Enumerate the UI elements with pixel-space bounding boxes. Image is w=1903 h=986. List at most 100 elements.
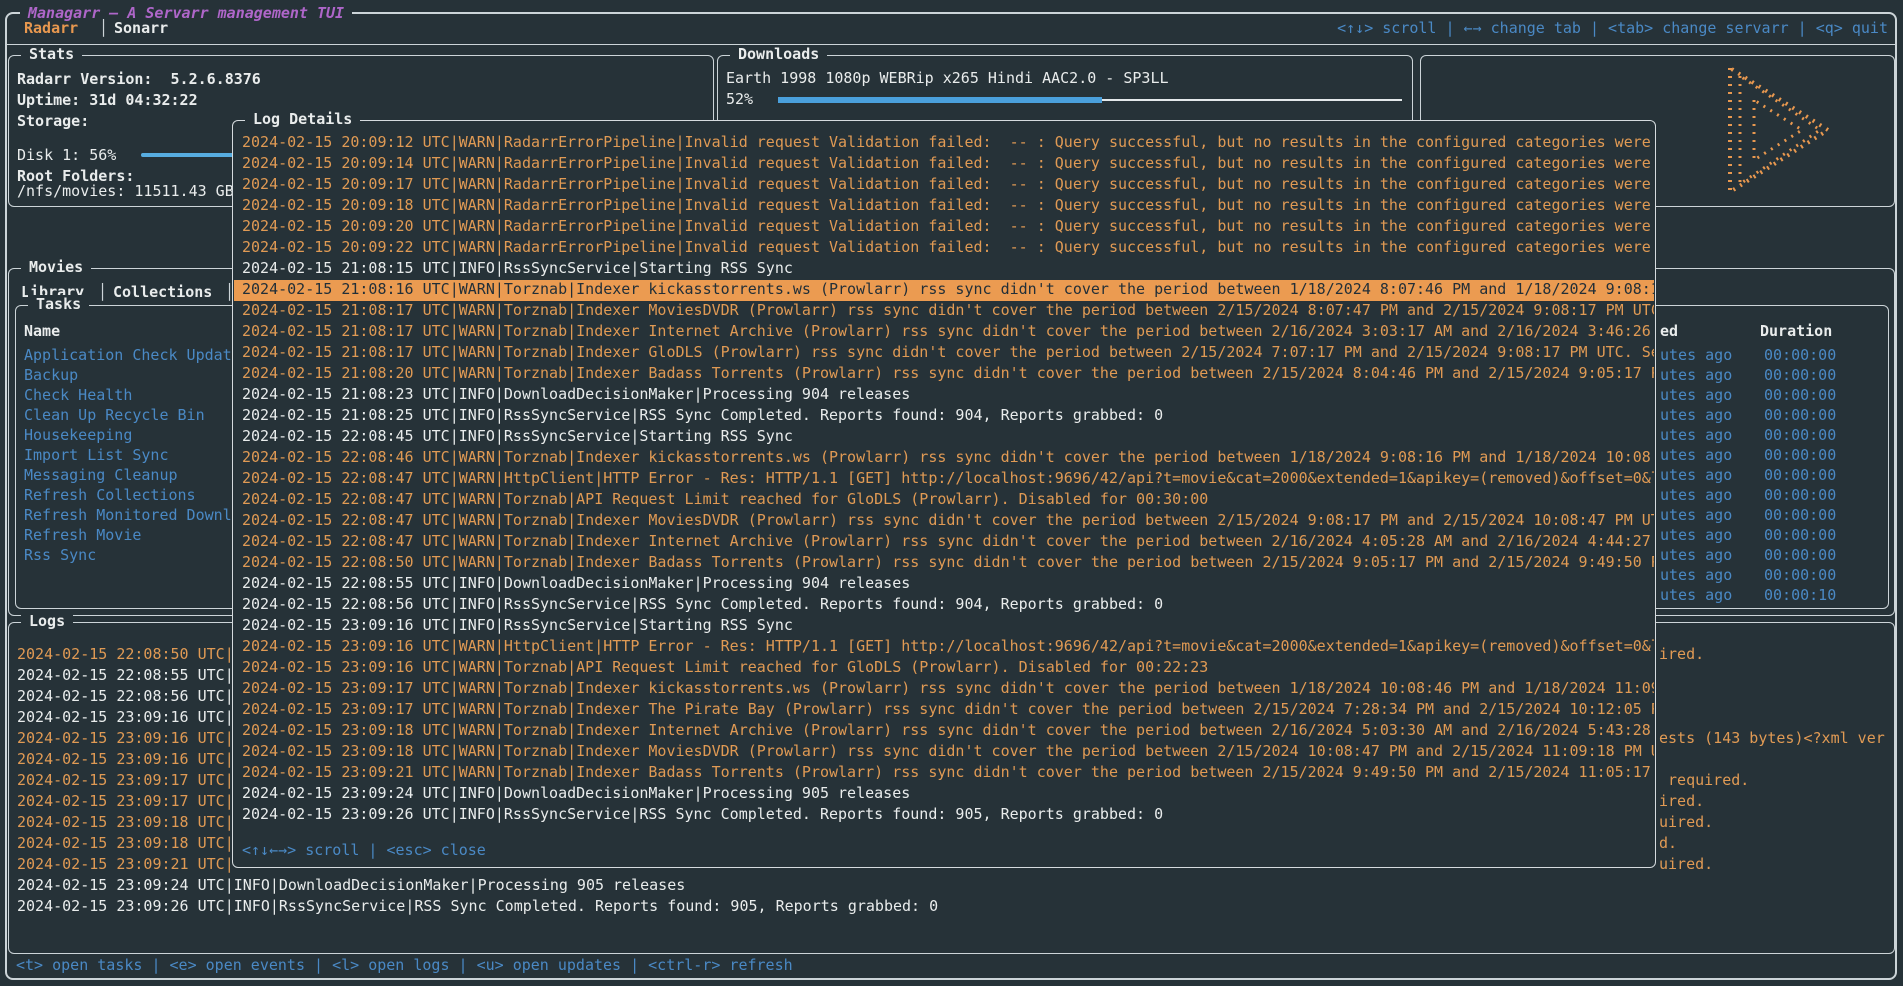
log-detail-line[interactable]: 2024-02-15 22:08:46 UTC|WARN|Torznab|Ind… [234, 448, 1654, 469]
top-keybindings: <↑↓> scroll | ←→ change tab | <tab> chan… [1000, 19, 1888, 37]
stats-disk-label: Disk 1: 56% [17, 146, 116, 164]
log-detail-line[interactable]: 2024-02-15 20:09:12 UTC|WARN|RadarrError… [234, 133, 1654, 154]
log-details-lines: 2024-02-15 20:09:12 UTC|WARN|RadarrError… [234, 122, 1654, 866]
footer-keybindings: <t> open tasks | <e> open events | <l> o… [16, 956, 793, 974]
tasks-header-name: Name [24, 322, 60, 340]
log-detail-line[interactable]: 2024-02-15 21:08:23 UTC|INFO|DownloadDec… [234, 385, 1654, 406]
task-duration: 00:00:00 [1764, 546, 1836, 564]
log-detail-line[interactable]: 2024-02-15 22:08:47 UTC|WARN|Torznab|Ind… [234, 532, 1654, 553]
task-name: Messaging Cleanup [24, 466, 178, 484]
task-last-executed: utes ago [1660, 426, 1732, 444]
log-detail-line[interactable]: 2024-02-15 22:08:47 UTC|WARN|Torznab|Ind… [234, 511, 1654, 532]
log-detail-line[interactable]: 2024-02-15 23:09:17 UTC|WARN|Torznab|Ind… [234, 679, 1654, 700]
task-duration: 00:00:00 [1764, 406, 1836, 424]
log-detail-line[interactable]: 2024-02-15 23:09:26 UTC|INFO|RssSyncServ… [234, 805, 1654, 826]
log-detail-line[interactable]: 2024-02-15 21:08:15 UTC|INFO|RssSyncServ… [234, 259, 1654, 280]
log-row-text: 2024-02-15 23:09:18 UTC| [17, 813, 234, 831]
stats-rootfolder-value: /nfs/movies: 11511.43 GB [17, 182, 234, 200]
task-duration: 00:00:00 [1764, 486, 1836, 504]
log-row-text: 2024-02-15 23:09:24 UTC|INFO|DownloadDec… [17, 876, 685, 894]
log-row-tail: ests (143 bytes)<?xml ver [1659, 729, 1885, 747]
log-detail-line[interactable]: 2024-02-15 23:09:24 UTC|INFO|DownloadDec… [234, 784, 1654, 805]
download-progress-bar [778, 97, 1402, 103]
modal-keybindings: <↑↓←→> scroll | <esc> close [242, 841, 486, 859]
task-name: Import List Sync [24, 446, 169, 464]
task-last-executed: utes ago [1660, 546, 1732, 564]
task-duration: 00:00:00 [1764, 426, 1836, 444]
task-last-executed: utes ago [1660, 386, 1732, 404]
task-duration: 00:00:10 [1764, 586, 1836, 604]
log-row-text: 2024-02-15 22:08:55 UTC| [17, 666, 234, 684]
log-row-text: 2024-02-15 22:08:56 UTC| [17, 687, 234, 705]
log-detail-line[interactable]: 2024-02-15 20:09:22 UTC|WARN|RadarrError… [234, 238, 1654, 259]
log-detail-line[interactable]: 2024-02-15 22:08:50 UTC|WARN|Torznab|Ind… [234, 553, 1654, 574]
log-detail-line[interactable]: 2024-02-15 22:08:47 UTC|WARN|HttpClient|… [234, 469, 1654, 490]
log-detail-line[interactable]: 2024-02-15 21:08:16 UTC|WARN|Torznab|Ind… [234, 280, 1654, 301]
log-detail-line[interactable]: 2024-02-15 21:08:25 UTC|INFO|RssSyncServ… [234, 406, 1654, 427]
log-row-text: 2024-02-15 23:09:16 UTC| [17, 729, 234, 747]
log-detail-line[interactable]: 2024-02-15 23:09:16 UTC|WARN|HttpClient|… [234, 637, 1654, 658]
task-last-executed: utes ago [1660, 466, 1732, 484]
log-detail-line[interactable]: 2024-02-15 20:09:17 UTC|WARN|RadarrError… [234, 175, 1654, 196]
log-detail-line[interactable]: 2024-02-15 23:09:21 UTC|WARN|Torznab|Ind… [234, 763, 1654, 784]
task-duration: 00:00:00 [1764, 386, 1836, 404]
log-row-tail: ired. [1659, 792, 1704, 810]
log-detail-line[interactable]: 2024-02-15 23:09:16 UTC|WARN|Torznab|API… [234, 658, 1654, 679]
task-duration: 00:00:00 [1764, 526, 1836, 544]
tabs-underline [7, 44, 1896, 45]
task-duration: 00:00:00 [1764, 466, 1836, 484]
log-row-text: 2024-02-15 23:09:18 UTC| [17, 834, 234, 852]
log-detail-line[interactable]: 2024-02-15 22:08:47 UTC|WARN|Torznab|API… [234, 490, 1654, 511]
log-detail-line[interactable]: 2024-02-15 20:09:18 UTC|WARN|RadarrError… [234, 196, 1654, 217]
stats-panel-title: Stats [21, 45, 82, 63]
log-row[interactable]: 2024-02-15 23:09:24 UTC|INFO|DownloadDec… [9, 876, 1894, 896]
log-detail-line[interactable]: 2024-02-15 21:08:17 UTC|WARN|Torznab|Ind… [234, 301, 1654, 322]
task-duration: 00:00:00 [1764, 566, 1836, 584]
logs-panel-title: Logs [21, 612, 73, 630]
movies-tab-separator: │ [98, 283, 107, 301]
log-detail-line[interactable]: 2024-02-15 21:08:20 UTC|WARN|Torznab|Ind… [234, 364, 1654, 385]
log-detail-line[interactable]: 2024-02-15 22:08:56 UTC|INFO|RssSyncServ… [234, 595, 1654, 616]
task-last-executed: utes ago [1660, 506, 1732, 524]
stats-version: Radarr Version: 5.2.6.8376 [17, 70, 261, 88]
log-detail-line[interactable]: 2024-02-15 21:08:17 UTC|WARN|Torznab|Ind… [234, 343, 1654, 364]
tab-sonarr[interactable]: Sonarr [114, 19, 168, 37]
tab-collections[interactable]: Collections [113, 283, 212, 301]
task-name: Refresh Movie [24, 526, 141, 544]
log-detail-line[interactable]: 2024-02-15 20:09:14 UTC|WARN|RadarrError… [234, 154, 1654, 175]
download-item-title[interactable]: Earth 1998 1080p WEBRip x265 Hindi AAC2.… [726, 69, 1169, 87]
task-duration: 00:00:00 [1764, 346, 1836, 364]
task-last-executed: utes ago [1660, 526, 1732, 544]
log-detail-line[interactable]: 2024-02-15 21:08:17 UTC|WARN|Torznab|Ind… [234, 322, 1654, 343]
task-last-executed: utes ago [1660, 566, 1732, 584]
task-last-executed: utes ago [1660, 446, 1732, 464]
log-row-tail: required. [1659, 771, 1749, 789]
task-last-executed: utes ago [1660, 406, 1732, 424]
log-detail-line[interactable]: 2024-02-15 23:09:18 UTC|WARN|Torznab|Ind… [234, 742, 1654, 763]
log-detail-line[interactable]: 2024-02-15 23:09:17 UTC|WARN|Torznab|Ind… [234, 700, 1654, 721]
task-name: Backup [24, 366, 78, 384]
log-row-text: 2024-02-15 23:09:21 UTC| [17, 855, 234, 873]
task-name: Refresh Collections [24, 486, 196, 504]
task-last-executed: utes ago [1660, 486, 1732, 504]
log-row-text: 2024-02-15 23:09:16 UTC| [17, 708, 234, 726]
tab-separator: │ [99, 19, 108, 37]
managarr-app: Managarr – A Servarr management TUI Rada… [0, 0, 1903, 986]
log-row[interactable]: 2024-02-15 23:09:26 UTC|INFO|RssSyncServ… [9, 897, 1894, 917]
log-row-text: 2024-02-15 23:09:26 UTC|INFO|RssSyncServ… [17, 897, 938, 915]
log-row-tail: uired. [1659, 813, 1713, 831]
download-progress-fill [778, 97, 1102, 103]
log-detail-line[interactable]: 2024-02-15 23:09:18 UTC|WARN|Torznab|Ind… [234, 721, 1654, 742]
log-detail-line[interactable]: 2024-02-15 23:09:16 UTC|INFO|RssSyncServ… [234, 616, 1654, 637]
log-detail-line[interactable]: 2024-02-15 22:08:45 UTC|INFO|RssSyncServ… [234, 427, 1654, 448]
log-details-modal: Log Details 2024-02-15 20:09:12 UTC|WARN… [232, 120, 1656, 868]
log-row-tail: ired. [1659, 645, 1704, 663]
tab-radarr[interactable]: Radarr [24, 19, 78, 37]
task-duration: 00:00:00 [1764, 506, 1836, 524]
task-name: Housekeeping [24, 426, 132, 444]
log-detail-line[interactable]: 2024-02-15 22:08:55 UTC|INFO|DownloadDec… [234, 574, 1654, 595]
log-row-text: 2024-02-15 22:08:50 UTC| [17, 645, 234, 663]
log-detail-line[interactable]: 2024-02-15 20:09:20 UTC|WARN|RadarrError… [234, 217, 1654, 238]
task-name: Check Health [24, 386, 132, 404]
tasks-header-duration: Duration [1760, 322, 1832, 340]
